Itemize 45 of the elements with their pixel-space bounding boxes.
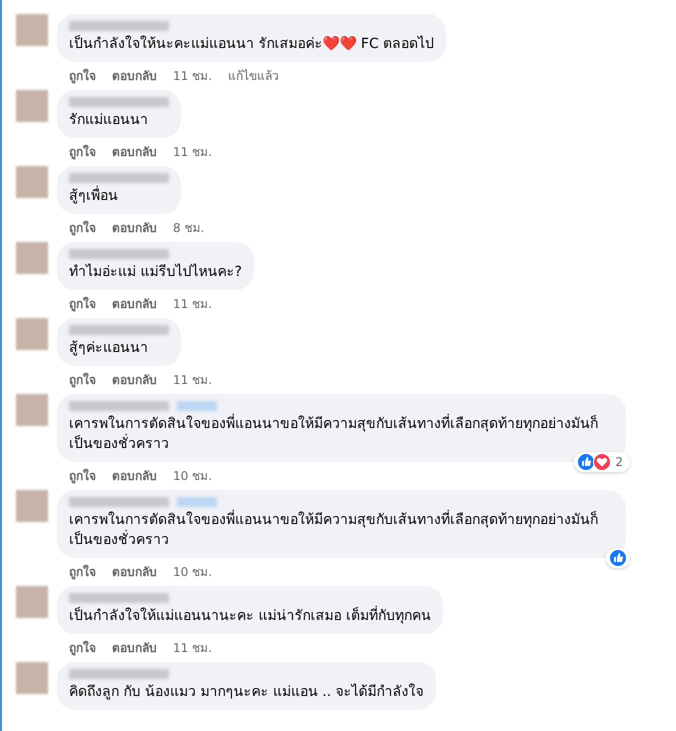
avatar-placeholder[interactable] — [16, 586, 48, 618]
like-link[interactable]: ถูกใจ — [69, 67, 96, 85]
avatar-placeholder[interactable] — [16, 242, 48, 274]
timestamp[interactable]: 11 ชม. — [173, 295, 212, 313]
comment-text: สู้ๆเพื่อน — [69, 186, 169, 206]
like-link[interactable]: ถูกใจ — [69, 563, 96, 581]
like-link[interactable]: ถูกใจ — [69, 219, 96, 237]
avatar-placeholder[interactable] — [16, 166, 48, 198]
reply-link[interactable]: ตอบกลับ — [112, 295, 157, 313]
timestamp[interactable]: 10 ชม. — [173, 563, 212, 581]
timestamp[interactable]: 11 ชม. — [173, 639, 212, 657]
avatar-placeholder[interactable] — [16, 394, 48, 426]
comment-text: คิดถึงลูก กับ น้องแมว มากๆนะคะ แม่แอน .. จะได้มีกำลังใจ — [69, 682, 424, 702]
reply-link[interactable]: ตอบกลับ — [112, 371, 157, 389]
like-link[interactable]: ถูกใจ — [69, 295, 96, 313]
timestamp[interactable]: 11 ชม. — [173, 143, 212, 161]
reply-link[interactable]: ตอบกลับ — [112, 219, 157, 237]
comment-text: สู้ๆค่ะแอนนา — [69, 339, 149, 358]
comment-text: เป็นกำลังใจให้นะคะแม่แอนนา รักเสมอค่ะ❤❤ FC ตลอดไป — [69, 34, 434, 54]
like-link[interactable]: ถูกใจ — [69, 371, 96, 389]
avatar-placeholder[interactable] — [16, 490, 48, 522]
like-link[interactable]: ถูกใจ — [69, 467, 96, 485]
comment-text: เป็นกำลังใจให้แม่แอนนานะคะ แม่น่ารักเสมอ เต็มที่กับทุกคน — [69, 606, 431, 626]
reply-link[interactable]: ตอบกลับ — [112, 143, 157, 161]
avatar-placeholder[interactable] — [16, 318, 48, 350]
timestamp[interactable]: 11 ชม. — [173, 67, 212, 85]
avatar-placeholder[interactable] — [16, 14, 48, 46]
reply-link[interactable]: ตอบกลับ — [112, 67, 157, 85]
comment-text: ทำไมอ่ะแม่ แม่รีบไปไหนคะ? — [69, 262, 242, 282]
avatar-placeholder[interactable] — [16, 90, 48, 122]
reaction-count: 2 — [614, 455, 624, 469]
edited-label: แก้ไขแล้ว — [228, 68, 279, 85]
like-link[interactable]: ถูกใจ — [69, 639, 96, 657]
timestamp[interactable]: 10 ชม. — [173, 467, 212, 485]
like-link[interactable]: ถูกใจ — [69, 143, 96, 161]
timestamp[interactable]: 11 ชม. — [173, 371, 212, 389]
comment-text: เคารพในการตัดสินใจของพี่แอนนาขอให้มีความสุขกับเส้นทางที่เลือกสุดท้ายทุกอย่างมันก็เป็นของชั่วคราว — [69, 510, 614, 550]
reply-link[interactable]: ตอบกลับ — [112, 467, 157, 485]
reaction-badge[interactable]: 2 — [574, 452, 630, 472]
timestamp[interactable]: 8 ชม. — [173, 219, 204, 237]
reply-link[interactable]: ตอบกลับ — [112, 563, 157, 581]
avatar-placeholder[interactable] — [16, 662, 48, 694]
reply-link[interactable]: ตอบกลับ — [112, 639, 157, 657]
comment-text: เคารพในการตัดสินใจของพี่แอนนาขอให้มีความสุขกับเส้นทางที่เลือกสุดท้ายทุกอย่างมันก็เป็นของชั่วคราว — [69, 414, 614, 454]
comment-text: รักแม่แอนนา — [69, 111, 149, 130]
